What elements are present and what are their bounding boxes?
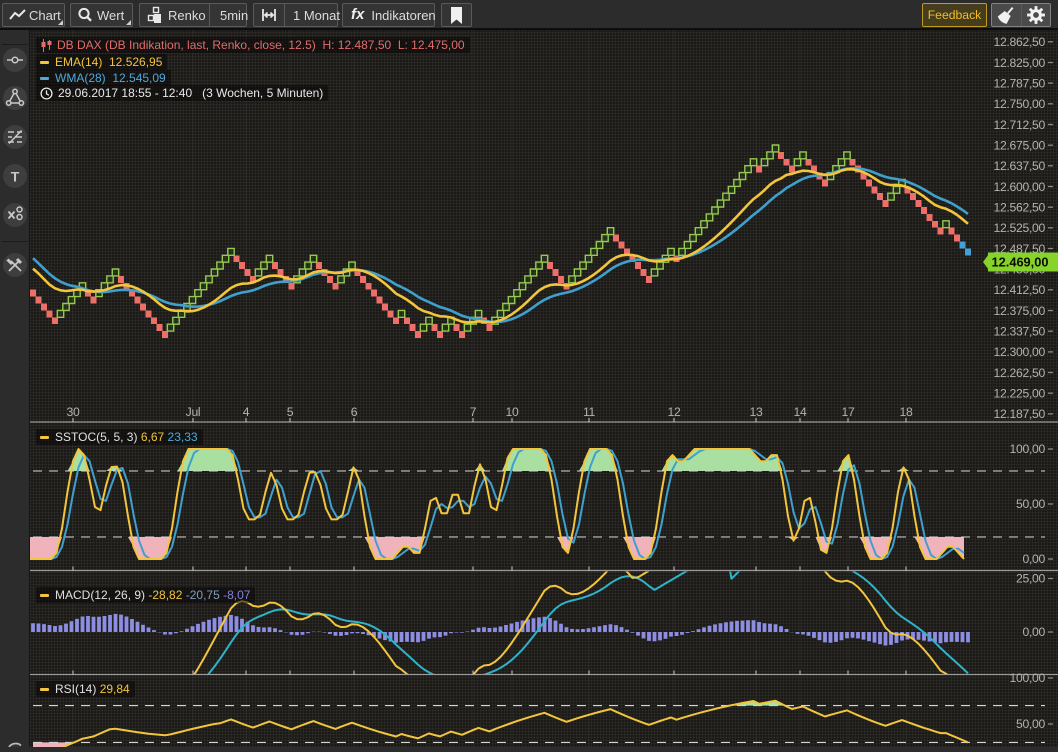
svg-text:4: 4 (243, 405, 250, 419)
svg-text:12.525,00: 12.525,00 (993, 221, 1045, 235)
svg-text:50,00: 50,00 (1016, 497, 1046, 511)
svg-text:12.225,00: 12.225,00 (993, 387, 1045, 401)
svg-text:12.600,00: 12.600,00 (993, 180, 1045, 194)
svg-text:5: 5 (287, 405, 294, 419)
svg-text:12.412,50: 12.412,50 (993, 283, 1045, 297)
svg-text:30: 30 (67, 405, 80, 419)
svg-text:100,00: 100,00 (1010, 671, 1046, 685)
svg-text:14: 14 (794, 405, 807, 419)
svg-text:10: 10 (506, 405, 519, 419)
svg-text:12.262,50: 12.262,50 (993, 366, 1045, 380)
svg-text:12: 12 (668, 405, 681, 419)
svg-text:6: 6 (351, 405, 358, 419)
svg-text:0,00: 0,00 (1022, 625, 1045, 639)
svg-text:12.337,50: 12.337,50 (993, 325, 1045, 339)
svg-text:12.787,50: 12.787,50 (993, 76, 1045, 90)
svg-text:25,00: 25,00 (1016, 572, 1046, 586)
svg-text:12.469,00: 12.469,00 (992, 254, 1049, 269)
svg-text:12.562,50: 12.562,50 (993, 201, 1045, 215)
svg-text:12.300,00: 12.300,00 (993, 345, 1045, 359)
svg-text:12.750,00: 12.750,00 (993, 97, 1045, 111)
svg-text:12.637,50: 12.637,50 (993, 159, 1045, 173)
svg-text:12.375,00: 12.375,00 (993, 304, 1045, 318)
svg-text:18: 18 (900, 405, 913, 419)
svg-text:T: T (11, 169, 20, 185)
svg-text:12.675,00: 12.675,00 (993, 139, 1045, 153)
svg-text:Jul: Jul (186, 405, 201, 419)
svg-text:11: 11 (583, 405, 596, 419)
svg-text:0,00: 0,00 (1022, 552, 1045, 566)
svg-text:100,00: 100,00 (1010, 442, 1046, 456)
svg-text:17: 17 (842, 405, 855, 419)
svg-text:50,00: 50,00 (1016, 717, 1046, 731)
svg-text:12.862,50: 12.862,50 (993, 35, 1045, 49)
svg-text:7: 7 (470, 405, 477, 419)
svg-text:12.712,50: 12.712,50 (993, 118, 1045, 132)
svg-text:13: 13 (750, 405, 763, 419)
svg-text:12.187,50: 12.187,50 (993, 407, 1045, 421)
svg-text:12.825,00: 12.825,00 (993, 56, 1045, 70)
